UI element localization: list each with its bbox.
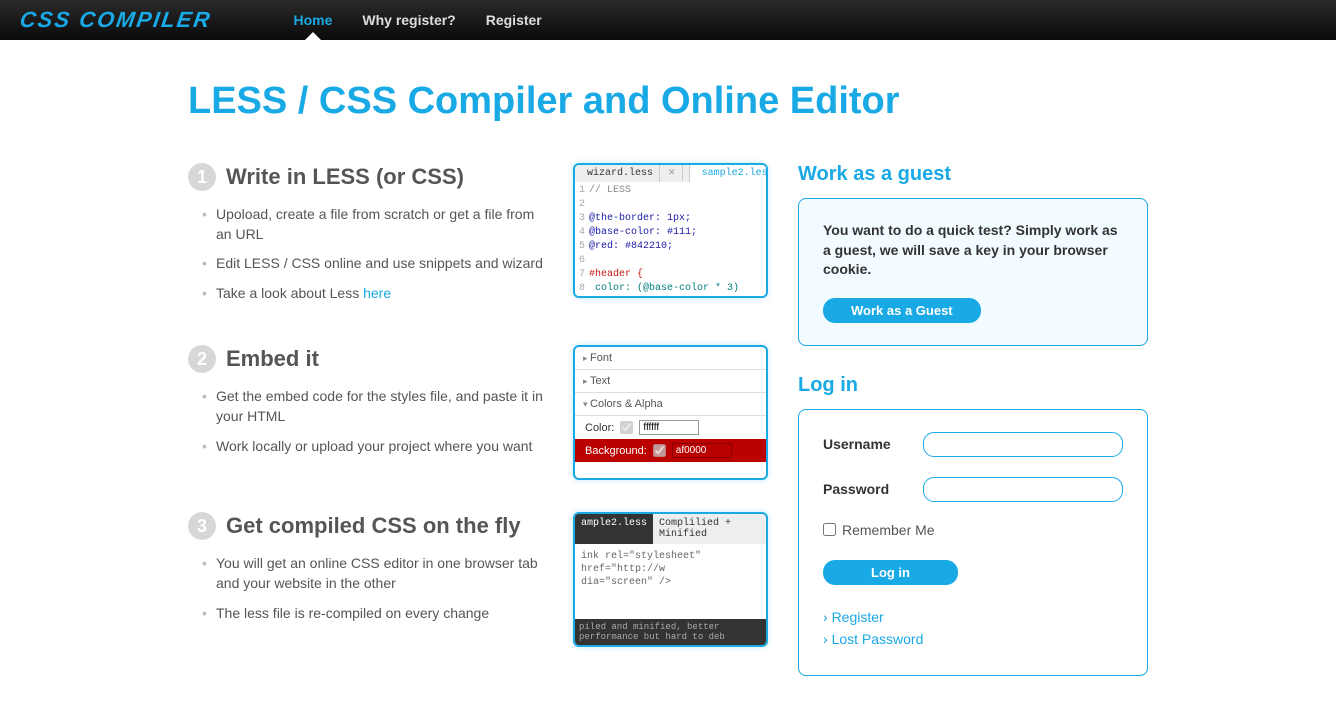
list-item: Take a look about Less here <box>202 284 549 304</box>
main-container: LESS / CSS Compiler and Online Editor 1 … <box>188 40 1148 704</box>
list-item: Edit LESS / CSS online and use snippets … <box>202 254 549 274</box>
step-number: 2 <box>188 345 216 373</box>
nav-home[interactable]: Home <box>291 1 334 39</box>
lost-password-link[interactable]: Lost Password <box>832 631 924 647</box>
step-2: 2 Embed it Get the embed code for the st… <box>188 345 768 480</box>
list-item: The less file is re-compiled on every ch… <box>202 604 549 624</box>
list-item: Get the embed code for the styles file, … <box>202 387 549 426</box>
step-title: Get compiled CSS on the fly <box>226 513 521 539</box>
step-title: Embed it <box>226 346 319 372</box>
page-title: LESS / CSS Compiler and Online Editor <box>188 80 1148 123</box>
screenshot-compiled: ample2.less Complilied + Minified ink re… <box>573 512 768 647</box>
step-title: Write in LESS (or CSS) <box>226 164 464 190</box>
password-input[interactable] <box>923 477 1123 502</box>
screenshot-editor: wizard.less✕ sample2.less✕ 1// LESS 2 3@… <box>573 163 768 298</box>
guest-text: You want to do a quick test? Simply work… <box>823 221 1123 280</box>
topbar: CSS COMPILER Home Why register? Register <box>0 0 1336 40</box>
logo: CSS COMPILER <box>18 7 213 33</box>
login-panel: Username Password Remember Me Log in Reg… <box>798 409 1148 676</box>
login-title: Log in <box>798 374 1148 397</box>
step-3: 3 Get compiled CSS on the fly You will g… <box>188 512 768 647</box>
register-link[interactable]: Register <box>832 609 884 625</box>
list-item: Upoload, create a file from scratch or g… <box>202 205 549 244</box>
step-number: 3 <box>188 512 216 540</box>
password-label: Password <box>823 481 923 497</box>
list-item: You will get an online CSS editor in one… <box>202 554 549 593</box>
remember-label: Remember Me <box>842 522 935 538</box>
guest-title: Work as a guest <box>798 163 1148 186</box>
username-input[interactable] <box>923 432 1123 457</box>
list-item: Work locally or upload your project wher… <box>202 437 549 457</box>
login-button[interactable]: Log in <box>823 560 958 585</box>
left-column: 1 Write in LESS (or CSS) Upoload, create… <box>188 163 768 704</box>
work-as-guest-button[interactable]: Work as a Guest <box>823 298 981 323</box>
right-column: Work as a guest You want to do a quick t… <box>798 163 1148 704</box>
step-1: 1 Write in LESS (or CSS) Upoload, create… <box>188 163 768 313</box>
less-link[interactable]: here <box>363 285 391 301</box>
username-label: Username <box>823 436 923 452</box>
nav-why-register[interactable]: Why register? <box>360 1 457 39</box>
step-number: 1 <box>188 163 216 191</box>
main-nav: Home Why register? Register <box>291 1 543 39</box>
remember-checkbox[interactable] <box>823 523 836 536</box>
screenshot-wizard: Font Text Colors & Alpha Color: Backgrou… <box>573 345 768 480</box>
nav-register[interactable]: Register <box>484 1 544 39</box>
guest-panel: You want to do a quick test? Simply work… <box>798 198 1148 346</box>
